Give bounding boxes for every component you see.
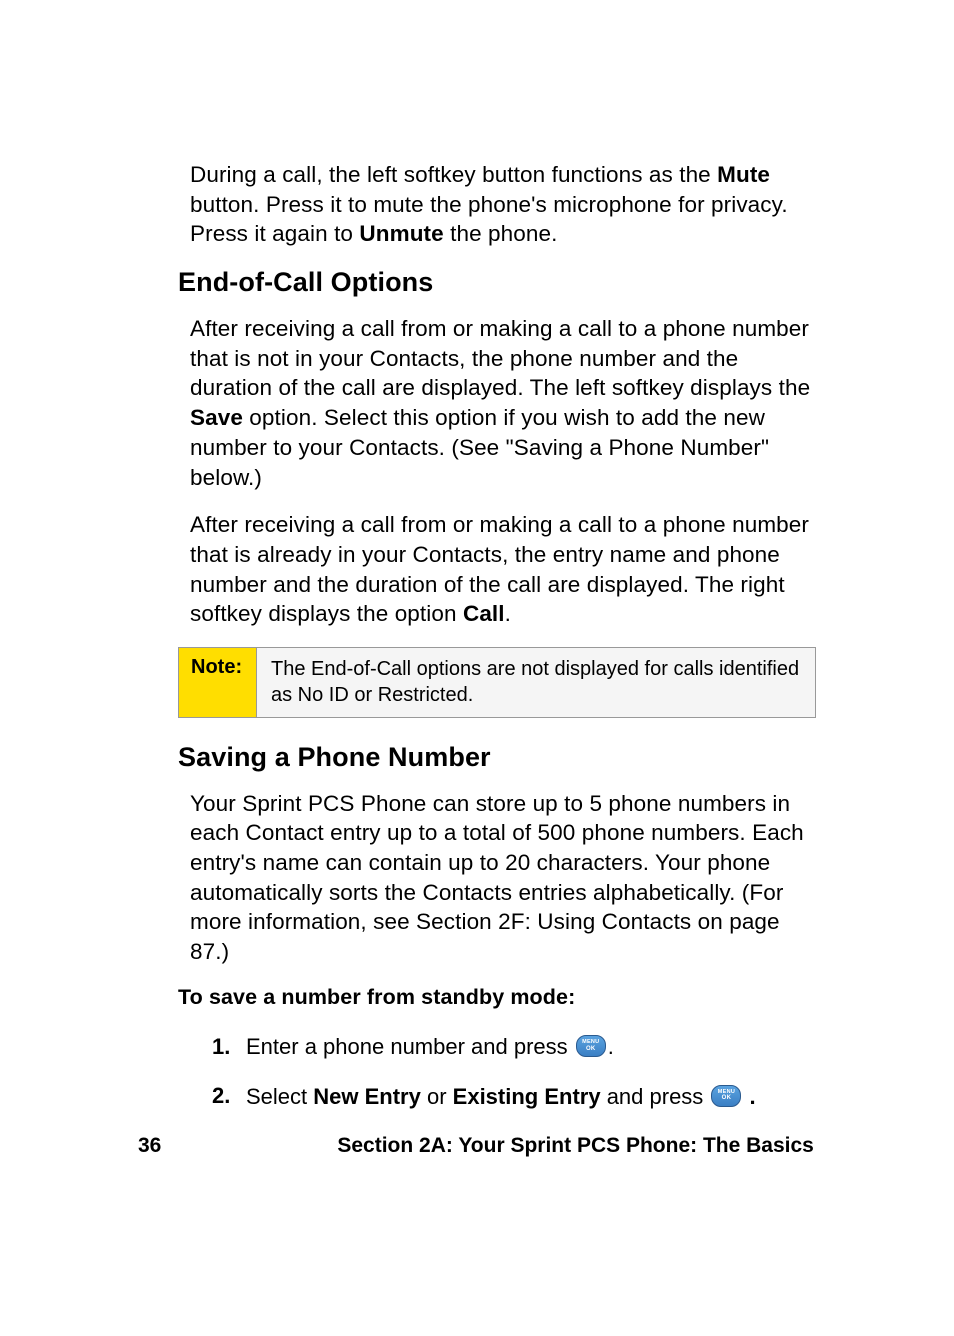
- step-text: Select New Entry or Existing Entry and p…: [246, 1082, 756, 1112]
- text: or: [421, 1084, 453, 1109]
- step-2: 2. Select New Entry or Existing Entry an…: [212, 1082, 816, 1112]
- paragraph-storage: Your Sprint PCS Phone can store up to 5 …: [178, 789, 816, 967]
- bold-call: Call: [463, 601, 505, 626]
- page-content: During a call, the left softkey button f…: [0, 0, 954, 1111]
- page-number: 36: [138, 1134, 161, 1158]
- step-1: 1. Enter a phone number and press MENUOK…: [212, 1032, 816, 1062]
- text: .: [743, 1084, 755, 1109]
- bold-mute: Mute: [717, 162, 770, 187]
- text: .: [608, 1034, 614, 1059]
- menu-ok-key-icon: MENUOK: [711, 1085, 741, 1107]
- bold-new-entry: New Entry: [313, 1084, 421, 1109]
- bold-existing-entry: Existing Entry: [453, 1084, 601, 1109]
- heading-end-of-call: End-of-Call Options: [178, 267, 816, 298]
- text: During a call, the left softkey button f…: [190, 162, 717, 187]
- bold-save: Save: [190, 405, 243, 430]
- menu-ok-key-icon: MENUOK: [576, 1035, 606, 1057]
- note-label: Note:: [179, 648, 257, 717]
- heading-saving-phone: Saving a Phone Number: [178, 742, 816, 773]
- note-text: The End-of-Call options are not displaye…: [257, 648, 815, 717]
- text: option. Select this option if you wish t…: [190, 405, 769, 489]
- step-list: 1. Enter a phone number and press MENUOK…: [178, 1032, 816, 1111]
- text: Select: [246, 1084, 313, 1109]
- text: After receiving a call from or making a …: [190, 316, 810, 400]
- note-box: Note: The End-of-Call options are not di…: [178, 647, 816, 718]
- page-footer: 36 Section 2A: Your Sprint PCS Phone: Th…: [0, 1134, 954, 1158]
- paragraph-save-option: After receiving a call from or making a …: [178, 314, 816, 492]
- key-label-ok: OK: [586, 1046, 596, 1052]
- text: .: [505, 601, 511, 626]
- text: Enter a phone number and press: [246, 1034, 574, 1059]
- text: the phone.: [444, 221, 558, 246]
- step-text: Enter a phone number and press MENUOK.: [246, 1032, 614, 1062]
- paragraph-mute: During a call, the left softkey button f…: [178, 160, 816, 249]
- text: and press: [601, 1084, 710, 1109]
- footer-section-title: Section 2A: Your Sprint PCS Phone: The B…: [337, 1134, 813, 1158]
- bold-unmute: Unmute: [359, 221, 443, 246]
- instruction-save-number: To save a number from standby mode:: [178, 985, 816, 1010]
- key-label-ok: OK: [722, 1095, 732, 1101]
- step-number: 2.: [212, 1083, 242, 1109]
- step-number: 1.: [212, 1034, 242, 1060]
- paragraph-call-option: After receiving a call from or making a …: [178, 510, 816, 629]
